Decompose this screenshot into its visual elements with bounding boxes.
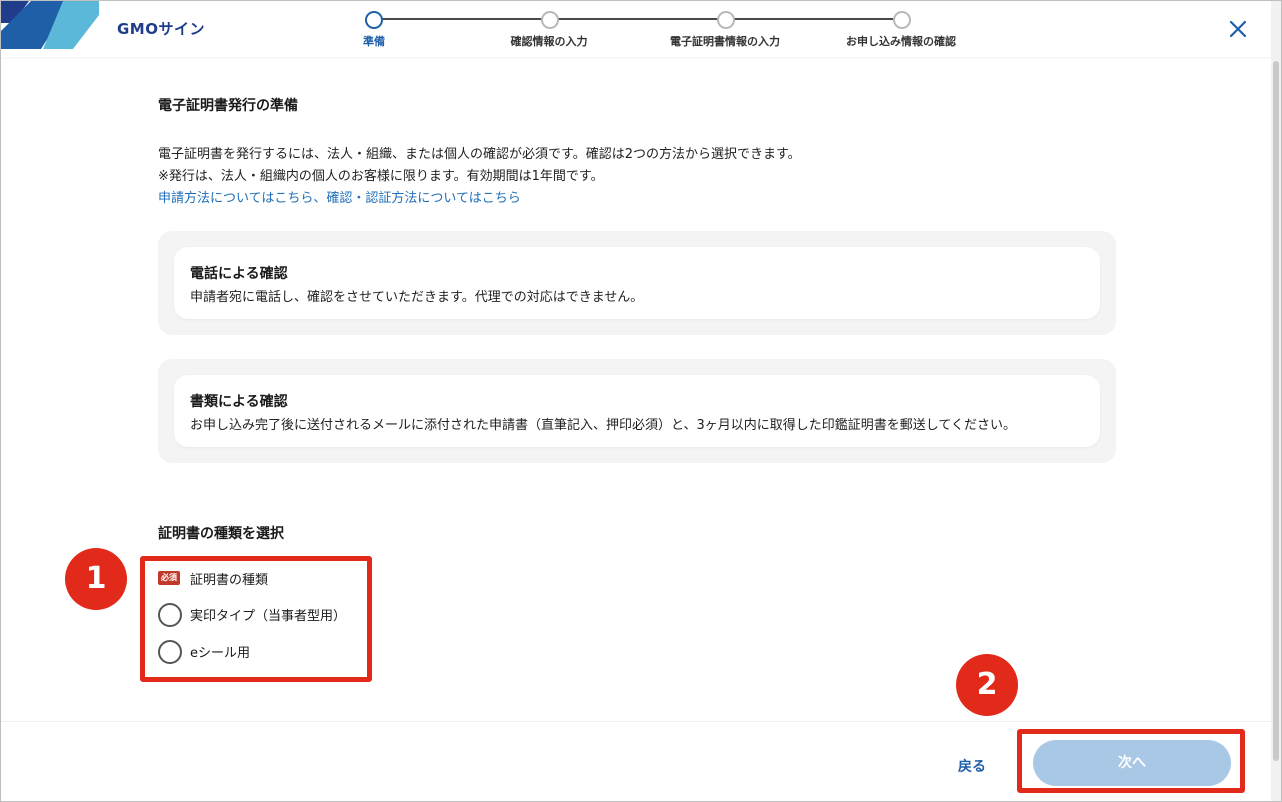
step-dot-3 — [717, 11, 735, 29]
progress-stepper: 準備 確認情報の入力 電子証明書情報の入力 お申し込み情報の確認 — [341, 9, 981, 53]
step-dot-2 — [541, 11, 559, 29]
vertical-scrollbar[interactable] — [1271, 1, 1281, 801]
step-label-4: お申し込み情報の確認 — [846, 35, 956, 48]
step-connector — [731, 18, 893, 20]
logo-text: GMOサイン — [117, 20, 205, 38]
step-label-1: 準備 — [363, 35, 385, 48]
description-line-1: 電子証明書を発行するには、法人・組織、または個人の確認が必須です。確認は2つの方… — [158, 147, 801, 162]
method-document-title: 書類による確認 — [190, 394, 288, 410]
cert-section-title: 証明書の種類を選択 — [158, 526, 284, 542]
step-connector — [381, 18, 549, 20]
step-connector — [557, 18, 719, 20]
scrollbar-thumb[interactable] — [1273, 61, 1279, 761]
page-title: 電子証明書発行の準備 — [158, 98, 298, 114]
highlight-box-2 — [1017, 729, 1245, 793]
help-link[interactable]: 申請方法についてはこちら、確認・認証方法についてはこちら — [158, 187, 521, 206]
close-icon[interactable] — [1227, 18, 1249, 40]
header: GMOサイン 準備 確認情報の入力 電子証明書情報の入力 お申し込み情報の確認 — [1, 1, 1281, 57]
method-phone-box: 電話による確認 申請者宛に電話し、確認をさせていただきます。代理での対応はできま… — [158, 231, 1116, 335]
application-window: GMOサイン 準備 確認情報の入力 電子証明書情報の入力 お申し込み情報の確認 … — [0, 0, 1282, 802]
method-document-text: お申し込み完了後に送付されるメールに添付された申請書（直筆記入、押印必須）と、3… — [190, 418, 1016, 433]
logo-mark-icon — [1, 1, 99, 49]
method-phone-text: 申請者宛に電話し、確認をさせていただきます。代理での対応はできません。 — [190, 290, 644, 305]
method-document-box: 書類による確認 お申し込み完了後に送付されるメールに添付された申請書（直筆記入、… — [158, 359, 1116, 463]
method-phone-card: 電話による確認 申請者宛に電話し、確認をさせていただきます。代理での対応はできま… — [174, 247, 1100, 319]
annotation-badge-1: 1 — [65, 548, 127, 610]
method-phone-title: 電話による確認 — [190, 266, 288, 282]
annotation-badge-2: 2 — [956, 654, 1018, 716]
step-dot-1 — [365, 11, 383, 29]
step-dot-4 — [893, 11, 911, 29]
method-document-card: 書類による確認 お申し込み完了後に送付されるメールに添付された申請書（直筆記入、… — [174, 375, 1100, 447]
description-line-2: ※発行は、法人・組織内の個人のお客様に限ります。有効期間は1年間です。 — [158, 169, 604, 184]
highlight-box-1 — [140, 556, 372, 682]
step-label-3: 電子証明書情報の入力 — [670, 35, 780, 48]
back-button[interactable]: 戻る — [958, 756, 986, 776]
step-label-2: 確認情報の入力 — [510, 35, 588, 48]
